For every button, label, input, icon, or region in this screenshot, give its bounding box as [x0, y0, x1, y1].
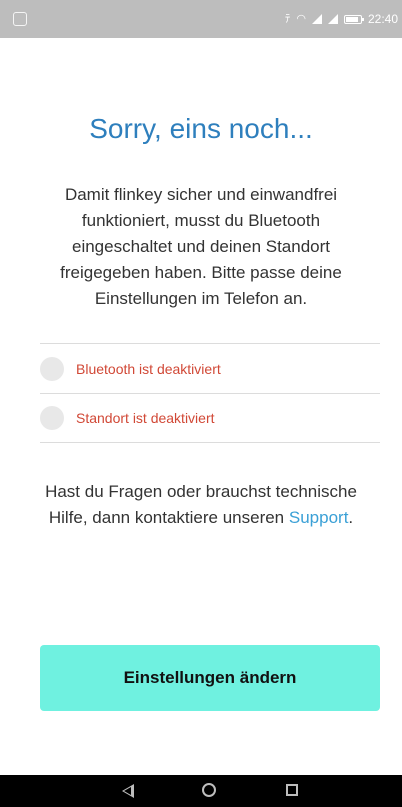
signal-icon — [327, 14, 338, 24]
support-link[interactable]: Support — [289, 508, 349, 527]
battery-icon — [343, 14, 364, 24]
wifi-icon: ◠ — [296, 13, 306, 25]
change-settings-button[interactable]: Einstellungen ändern — [40, 645, 380, 711]
description-text: Damit flinkey sicher und einwandfrei fun… — [60, 185, 342, 308]
navigation-bar — [0, 775, 402, 807]
help-text-period: . — [348, 508, 354, 527]
recents-icon[interactable] — [286, 784, 298, 796]
page-title: Sorry, eins noch... — [89, 113, 313, 144]
back-icon-inner — [124, 787, 131, 795]
home-icon[interactable] — [202, 783, 216, 797]
status-bar: ﾃ ◠ 22:40 — [0, 0, 402, 38]
help-text: Hast du Fragen oder brauchst technische … — [40, 479, 362, 531]
status-icons: ﾃ ◠ 22:40 — [285, 11, 398, 27]
status-time: 22:40 — [367, 12, 398, 26]
app-notification-icon — [13, 12, 27, 26]
location-status: Standort ist deaktiviert — [40, 398, 380, 438]
divider — [40, 393, 380, 394]
bluetooth-status-label: Bluetooth ist deaktiviert — [76, 361, 221, 377]
divider — [40, 442, 380, 443]
vibrate-icon: ﾃ — [284, 13, 291, 25]
status-indicator-icon — [40, 357, 64, 381]
bluetooth-status: Bluetooth ist deaktiviert — [40, 349, 380, 389]
status-indicator-icon — [40, 406, 64, 430]
location-status-label: Standort ist deaktiviert — [76, 410, 215, 426]
signal-icon — [311, 14, 322, 24]
divider — [40, 343, 380, 344]
